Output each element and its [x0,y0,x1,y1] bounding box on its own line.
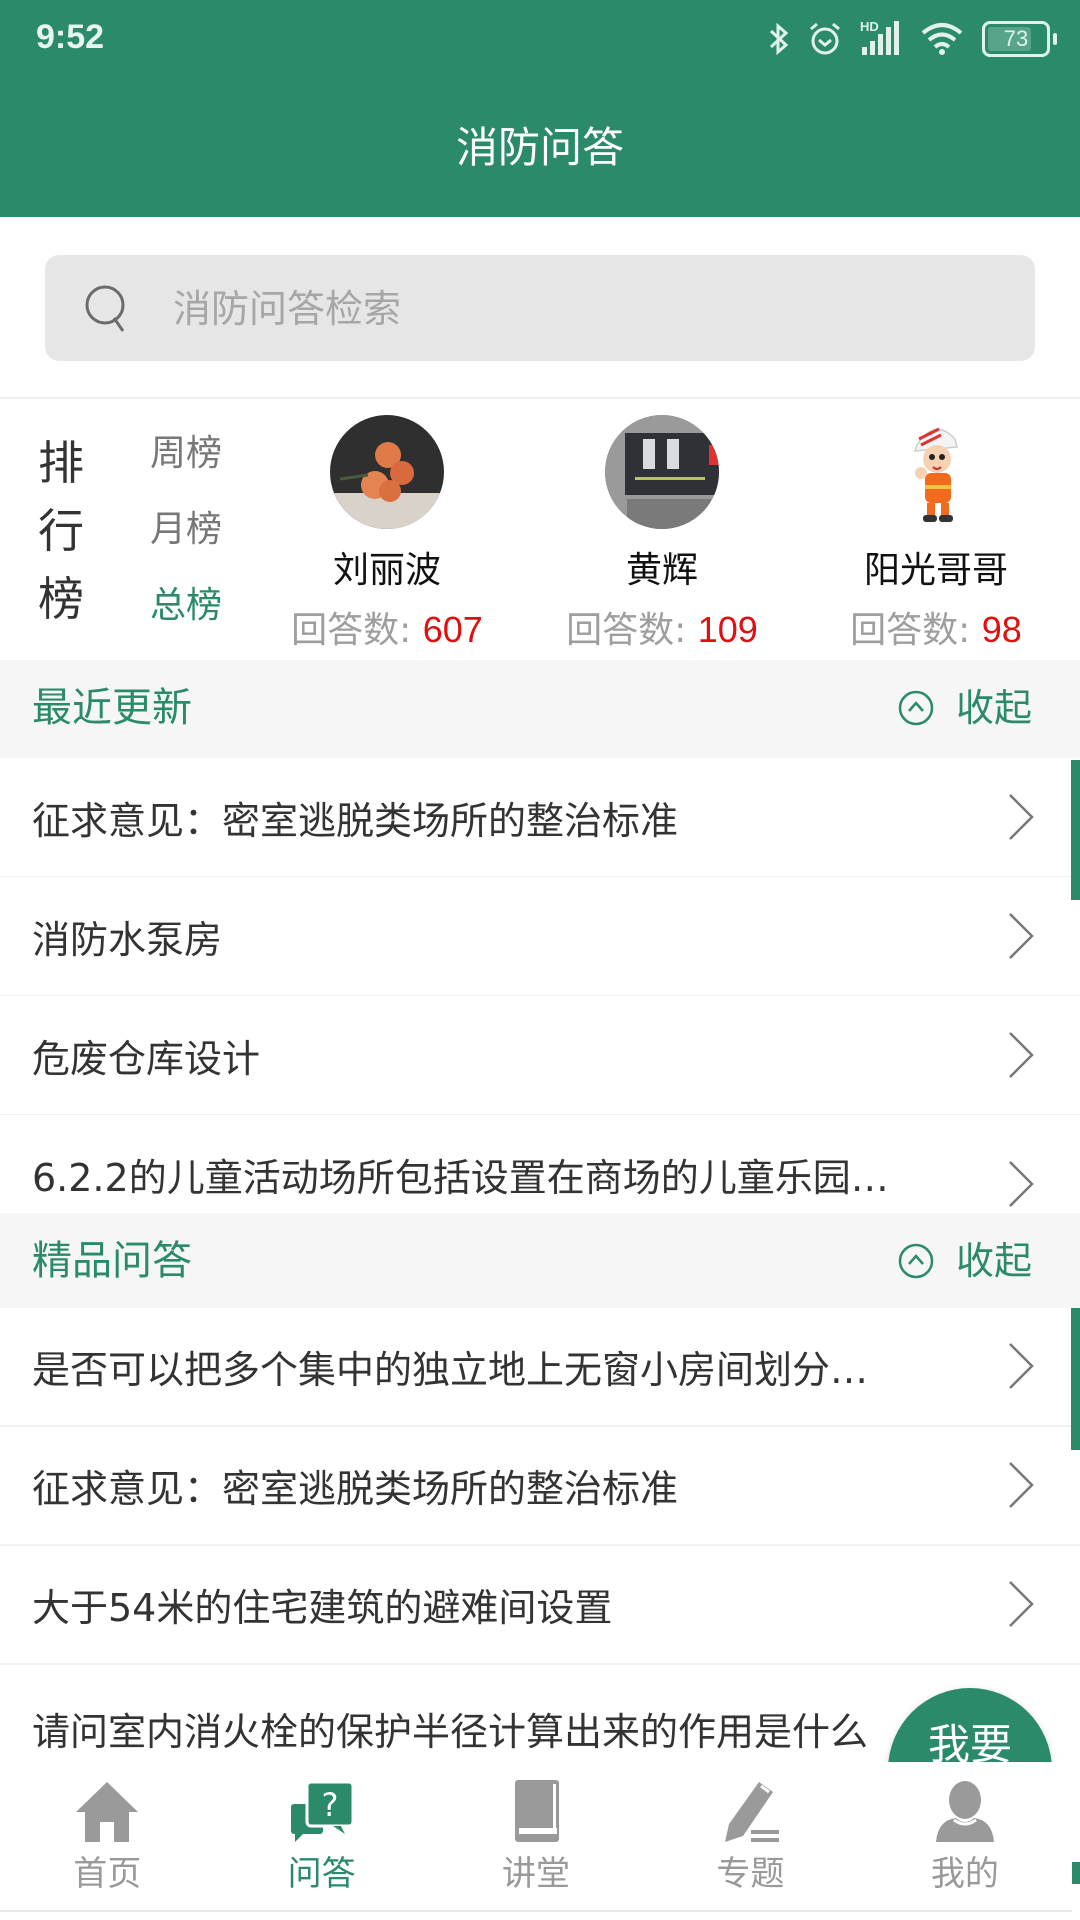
ranker-3[interactable]: 阳光哥哥 回答数: 98 [816,415,1056,656]
chevron-right-icon [1009,1581,1034,1627]
nav-label: 问答 [287,1854,356,1894]
scrollbar-page[interactable] [1071,1862,1080,1884]
list-item-title: 征求意见：密室逃脱类场所的整治标准 [32,798,679,843]
building-display-photo-icon [605,415,719,529]
search-input[interactable] [171,255,995,363]
leaderboard: 排行榜 周榜 月榜 总榜 刘丽波 回答数: 607 黄辉 回答数: 109 阳光… [0,399,1080,658]
nav-label: 讲堂 [502,1854,571,1894]
list-item[interactable]: 征求意见：密室逃脱类场所的整治标准 [0,758,1080,879]
section-header-featured: 精品问答 收起 [0,1213,1080,1308]
chevron-up-circle-icon [898,690,934,726]
nav-item-topics[interactable]: 专题 [643,1762,857,1910]
chevron-right-icon [1009,794,1034,840]
bluetooth-icon [769,22,789,56]
list-item-title: 大于54米的住宅建筑的避难间设置 [32,1586,613,1630]
avatar[interactable] [879,415,993,529]
chevron-right-icon [1009,913,1034,959]
nav-label: 专题 [716,1854,785,1894]
list-item-title: 是否可以把多个集中的独立地上无窗小房间划分… [32,1348,869,1392]
count-value: 607 [422,609,483,650]
tab-weekly[interactable]: 周榜 [150,429,222,505]
tab-monthly[interactable]: 月榜 [150,505,222,581]
book-icon [515,1780,560,1842]
leaderboard-tabs: 周榜 月榜 总榜 [150,429,222,657]
leaderboard-title: 排行榜 [38,436,84,626]
chevron-right-icon [1009,1032,1034,1078]
nav-item-mine[interactable]: 我的 [858,1762,1072,1910]
list-item[interactable]: 是否可以把多个集中的独立地上无窗小房间划分… [0,1308,1080,1428]
bottom-nav: 首页 ? 问答 讲堂 专题 我的 [0,1762,1072,1912]
chevron-up-circle-icon [898,1243,934,1279]
collapse-button[interactable]: 收起 [898,682,1032,734]
chevron-right-icon [1009,1343,1034,1389]
section-title: 最近更新 [32,685,192,731]
list-item[interactable]: 危废仓库设计 [0,996,1080,1117]
list-item[interactable]: 征求意见：密室逃脱类场所的整治标准 [0,1427,1080,1547]
count-value: 98 [981,609,1022,650]
home-icon [76,1782,139,1842]
count-label: 回答数: [566,610,687,651]
nav-item-lecture[interactable]: 讲堂 [429,1762,643,1910]
nav-item-home[interactable]: 首页 [0,1762,214,1910]
ranker-2[interactable]: 黄辉 回答数: 109 [542,415,782,656]
status-time: 9:52 [36,18,105,56]
list-item[interactable]: 大于54米的住宅建筑的避难间设置 [0,1546,1080,1666]
top-bar: 9:52 HD 73 消防问答 [0,0,1080,217]
ranker-name: 黄辉 [625,550,698,591]
search-section [0,217,1080,399]
pen-icon [725,1782,780,1842]
list-item-title: 征求意见：密室逃脱类场所的整治标准 [32,1467,679,1511]
list-item-title: 6.2.2的儿童活动场所包括设置在商场的儿童乐园… [32,1155,889,1200]
scrollbar-featured[interactable] [1071,1308,1080,1450]
ranker-count: 回答数: 109 [542,605,782,656]
nav-label: 我的 [930,1854,999,1894]
flowers-photo-icon [330,442,444,529]
avatar[interactable] [605,415,719,529]
page-title: 消防问答 [455,123,624,172]
count-label: 回答数: [850,610,971,651]
collapse-button[interactable]: 收起 [898,1235,1032,1287]
ranker-count: 回答数: 607 [267,605,507,656]
scrollbar-recent[interactable] [1071,760,1080,900]
list-item[interactable]: 6.2.2的儿童活动场所包括设置在商场的儿童乐园… [0,1115,1080,1213]
list-item-title: 消防水泵房 [32,917,223,962]
tab-total[interactable]: 总榜 [150,581,222,657]
search-icon [85,285,125,332]
ranker-count: 回答数: 98 [816,605,1056,656]
hd-signal-icon: HD [860,19,902,57]
collapse-label: 收起 [955,1239,1032,1283]
wifi-icon [921,23,963,55]
ranker-name: 刘丽波 [332,550,441,591]
nav-item-qa[interactable]: ? 问答 [214,1762,428,1910]
alarm-icon [810,22,840,55]
ranker-name: 阳光哥哥 [863,550,1008,591]
list-item[interactable]: 消防水泵房 [0,877,1080,998]
battery-level: 73 [1003,26,1029,51]
avatar[interactable] [330,415,444,529]
fab-label: 我要 [927,1720,1012,1769]
user-icon [935,1781,994,1842]
svg-text:?: ? [321,1786,338,1824]
battery-icon: 73 [982,21,1057,57]
status-icons: HD 73 [768,16,1057,62]
ranker-1[interactable]: 刘丽波 回答数: 607 [267,415,507,656]
nav-label: 首页 [73,1854,142,1894]
list-item-title: 危废仓库设计 [32,1036,261,1081]
collapse-label: 收起 [955,686,1032,730]
section-title: 精品问答 [32,1238,192,1284]
qa-icon: ? [290,1780,355,1842]
firefighter-cartoon-icon [913,427,958,522]
chevron-right-icon [1009,1161,1034,1207]
count-label: 回答数: [291,610,412,651]
count-value: 109 [697,609,758,650]
search-box[interactable] [45,255,1035,363]
section-header-recent: 最近更新 收起 [0,660,1080,758]
chevron-right-icon [1009,1462,1034,1508]
